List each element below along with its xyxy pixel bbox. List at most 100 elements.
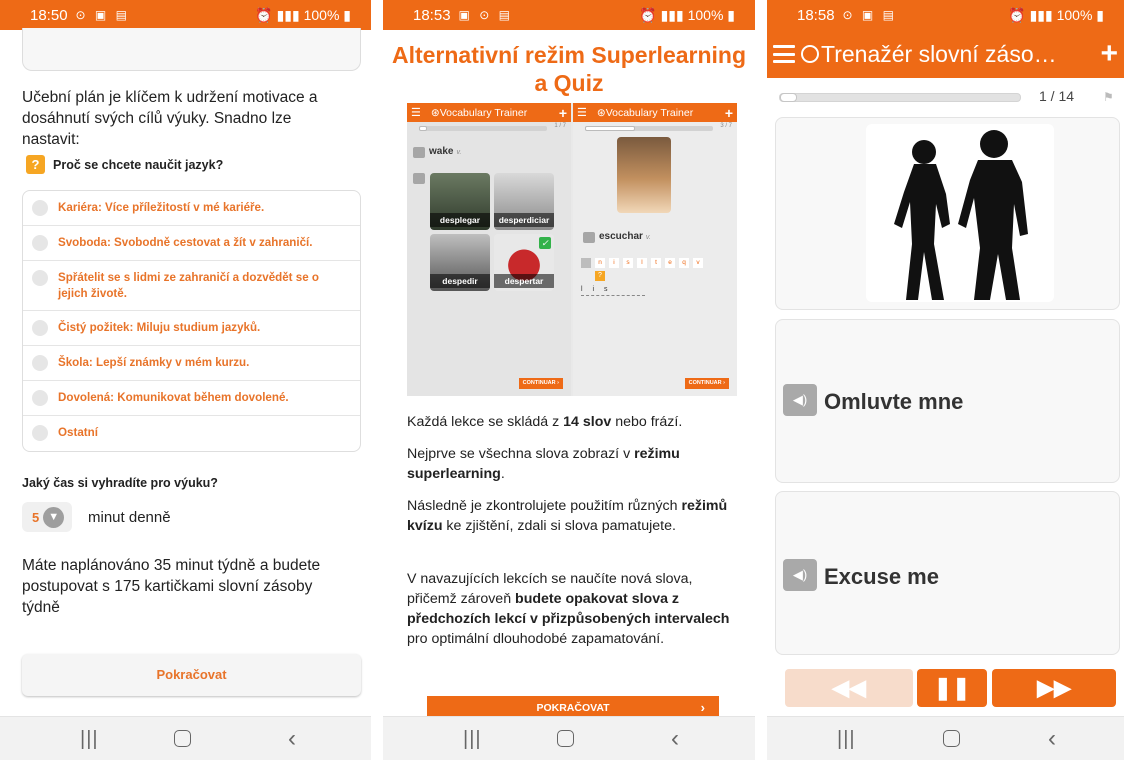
preview-word-text: escuchar [599,231,643,242]
flag-icon[interactable]: ⚑ [1103,90,1114,104]
option-label: Svoboda: Svobodně cestovat a žít v zahra… [58,236,313,249]
letter-tile: e [665,258,675,268]
pause-button[interactable]: ❚❚ [917,669,987,707]
recent-apps-icon[interactable]: ||| [80,728,99,751]
continue-button[interactable]: Pokračovat [22,654,361,696]
goal-option[interactable]: Škola: Lepší známky v mém kurzu. [23,346,360,381]
superlearning-preview: ☰ ⊛ Vocabulary Trainer + 1 / 7 wake v. despl… [407,103,571,396]
status-time: 18:50 [30,6,68,24]
speaker-icon[interactable]: ◀) [783,559,817,591]
fast-forward-button[interactable]: ▶▶ [992,669,1116,707]
radio-icon[interactable] [32,235,48,251]
home-icon[interactable] [943,730,960,747]
image-tile: desperdiciar [494,173,554,230]
option-label: Kariéra: Více příležitostí v mé kariéře. [58,201,265,214]
intro-text: Učební plán je klíčem k udržení motivace… [22,89,318,148]
radio-icon[interactable] [32,270,48,286]
text-run: Nejprve se všechna slova zobrazí v [407,446,635,462]
minutes-label: minut denně [88,508,171,526]
menu-icon: ☰ [411,107,421,119]
radio-icon[interactable] [32,390,48,406]
preview-app-bar: ☰ ⊛ Vocabulary Trainer + [573,103,737,122]
goal-option[interactable]: Kariéra: Více příležitostí v mé kariéře. [23,191,360,226]
plus-icon[interactable]: + [1100,39,1118,69]
speaker-icon [583,232,595,243]
option-label: Dovolená: Komunikovat během dovolené. [58,391,289,404]
speaker-icon [413,147,425,158]
letter-choices: n i s l t e q v [581,258,707,268]
goal-option[interactable]: Ostatní [23,416,360,451]
text-run-bold: 14 slov [563,414,612,430]
vocabulary-trainer-screen: 18:58 ⊙ ▣ ▤ ⏰ ▮▮▮ 100% ▮ Trenažér slovní… [767,0,1124,760]
letter-tile: s [623,258,633,268]
speaker-icon[interactable]: ◀) [783,384,817,416]
minutes-select[interactable]: 5 ▼ [22,502,72,532]
radio-icon[interactable] [32,355,48,371]
minutes-value: 5 [32,509,40,525]
lesson-progress-bar [779,93,1021,102]
preview-progress [585,126,713,131]
letter-tile [581,258,591,268]
battery-level: 100% [687,6,724,23]
preview-app-title: Vocabulary Trainer [605,106,694,119]
quiz-preview: ☰ ⊛ Vocabulary Trainer + 3 / 7 escuchar v. n… [573,103,737,396]
text-run: Každá lekce se skládá z [407,414,564,430]
girl-photo [617,137,671,213]
letter-tile: n [595,258,605,268]
home-icon[interactable] [174,730,191,747]
back-icon[interactable]: ‹ [1048,725,1056,753]
radio-icon[interactable] [32,320,48,336]
people-silhouette-icon [894,130,1028,300]
app-preview-image: ☰ ⊛ Vocabulary Trainer + 1 / 7 wake v. despl… [407,103,737,396]
rewind-button[interactable]: ◀◀ [785,669,913,707]
speaker-icon [413,173,425,184]
plus-icon: + [558,104,567,121]
foreign-phrase: Excuse me [824,564,939,589]
home-icon[interactable] [557,730,574,747]
preview-counter: 3 / 7 [720,123,732,129]
goal-option[interactable]: Čistý požitek: Miluju studium jazyků. [23,311,360,346]
native-phrase: Omluvte mne [824,389,964,414]
option-label: Ostatní [58,426,98,439]
preview-app-bar: ☰ ⊛ Vocabulary Trainer + [407,103,571,122]
typed-answer: l i s [581,286,612,293]
preview-progress [419,126,547,131]
app-bar: Trenažér slovní záso… + [767,30,1124,78]
back-icon[interactable]: ‹ [671,725,679,753]
preview-counter: 1 / 7 [554,123,566,129]
preview-pos: v. [645,234,651,241]
lesson-size-text: Každá lekce se skládá z 14 slov nebo frá… [407,412,731,432]
letter-tile: i [609,258,619,268]
letter-tile: t [651,258,661,268]
goal-option[interactable]: Dovolená: Komunikovat během dovolené. [23,381,360,416]
minutes-row: 5 ▼ minut denně [22,502,171,532]
battery-level: 100% [1056,6,1093,23]
tile-label: desplegar [430,213,490,227]
silhouette-image [866,124,1054,302]
android-nav-bar: ||| ‹ [383,716,755,760]
quiz-text: Následně je zkontrolujete použitím různý… [407,496,731,536]
tile-label: desperdiciar [494,213,554,227]
preview-word: wake v. [429,146,461,157]
option-label: Spřátelit se s lidmi ze zahraničí a dozv… [58,271,319,300]
check-icon: ✓ [539,237,551,249]
recent-apps-icon[interactable]: ||| [463,728,482,751]
goal-option[interactable]: Spřátelit se s lidmi ze zahraničí a dozv… [23,261,360,311]
option-label: Čistý požitek: Miluju studium jazyků. [58,321,261,334]
text-run: nebo frází. [611,414,683,430]
radio-icon[interactable] [32,200,48,216]
foreign-phrase-card[interactable]: ◀) Excuse me [775,491,1120,655]
back-icon[interactable]: ‹ [288,725,296,753]
goal-option[interactable]: Svoboda: Svobodně cestovat a žít v zahra… [23,226,360,261]
android-nav-bar: ||| ‹ [0,716,371,760]
menu-icon[interactable] [773,45,795,63]
top-card [22,28,361,71]
recent-apps-icon[interactable]: ||| [837,728,856,751]
menu-icon: ☰ [577,107,587,119]
page-title: Alternativní režim Superlearning a Quiz [391,42,747,96]
native-phrase-card[interactable]: ◀) Omluvte mne [775,319,1120,483]
radio-icon[interactable] [32,425,48,441]
text-run: . [500,466,505,482]
chevron-down-icon[interactable]: ▼ [43,506,65,528]
preview-continue-button: CONTINUAR › [684,378,729,389]
